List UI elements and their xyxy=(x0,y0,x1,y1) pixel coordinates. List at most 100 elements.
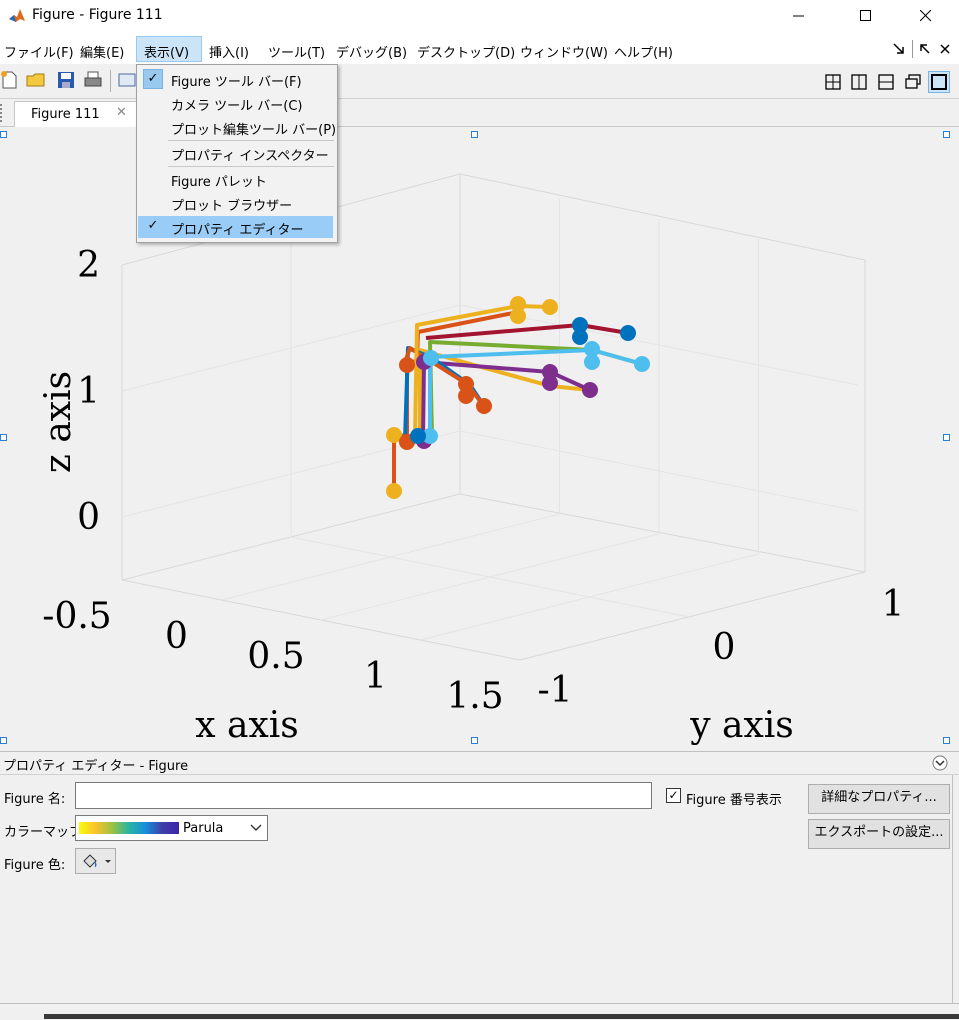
grid-lines xyxy=(121,199,859,641)
grid-line xyxy=(290,536,690,618)
dock-arrow-icon[interactable] xyxy=(918,42,932,56)
menu-file[interactable]: ファイル(F) xyxy=(4,42,74,61)
property-editor-header: プロパティ エディター - Figure xyxy=(0,752,959,775)
maximize-layout-icon[interactable] xyxy=(928,71,950,93)
colormap-value: Parula xyxy=(183,821,224,836)
plot-lines xyxy=(386,296,650,499)
plot-marker xyxy=(410,428,426,444)
open-folder-icon[interactable] xyxy=(26,70,46,90)
z-axis-label: z axis xyxy=(38,371,79,473)
save-icon[interactable] xyxy=(56,70,76,90)
maximize-icon xyxy=(860,10,871,21)
figure-name-input[interactable] xyxy=(75,782,652,809)
x-tick-label: -0.5 xyxy=(42,596,111,637)
minimize-button[interactable] xyxy=(776,0,822,32)
undock-arrow-icon[interactable] xyxy=(892,42,906,56)
menu-debug[interactable]: デバッグ(B) xyxy=(336,42,407,61)
panel-border xyxy=(0,1003,959,1004)
tab-label: Figure 111 xyxy=(31,107,100,122)
plot-line xyxy=(425,323,629,340)
tile-columns-icon[interactable] xyxy=(848,71,870,93)
export-settings-button[interactable]: エクスポートの設定... xyxy=(808,819,950,849)
menu-desktop[interactable]: デスクトップ(D) xyxy=(417,42,515,61)
x-tick-label: 0.5 xyxy=(247,636,304,677)
plot-marker xyxy=(399,357,415,373)
toolbar-separator xyxy=(110,70,111,92)
plot-marker xyxy=(423,350,439,366)
menu-item-figure-palette[interactable]: Figure パレット xyxy=(138,168,333,190)
menu-insert[interactable]: 挿入(I) xyxy=(209,42,249,61)
axes-box xyxy=(121,173,866,661)
plot-marker xyxy=(476,398,492,414)
matlab-logo-icon xyxy=(8,7,26,25)
y-tick-label: -1 xyxy=(537,670,572,711)
figure-color-label: Figure 色: xyxy=(4,858,66,873)
z-tick-label: 1 xyxy=(77,371,100,412)
menu-item-plot-browser[interactable]: プロット ブラウザー xyxy=(138,192,333,214)
menu-tools[interactable]: ツール(T) xyxy=(268,42,325,61)
close-figure-icon[interactable] xyxy=(938,42,952,56)
more-properties-button[interactable]: 詳細なプロパティ... xyxy=(808,784,950,814)
figure-name-label: Figure 名: xyxy=(4,792,66,807)
plot-marker xyxy=(620,325,636,341)
x-tick-label: 1 xyxy=(364,656,387,697)
close-icon xyxy=(920,10,932,22)
title-bar: Figure - Figure 111 xyxy=(0,0,959,32)
number-title-checkbox[interactable]: ✓ xyxy=(666,788,681,803)
dropdown-arrow-icon xyxy=(105,860,111,863)
close-button[interactable] xyxy=(903,0,949,32)
figure-color-button[interactable] xyxy=(75,848,116,874)
tile-rows-icon[interactable] xyxy=(875,71,897,93)
plot-marker xyxy=(542,299,558,315)
colormap-select[interactable]: Parula xyxy=(75,815,268,841)
plot-marker xyxy=(458,388,474,404)
maximize-button[interactable] xyxy=(843,0,889,32)
new-file-icon[interactable] xyxy=(0,70,20,90)
paint-bucket-icon xyxy=(83,854,97,868)
plot-marker xyxy=(582,382,598,398)
plot-marker xyxy=(572,329,588,345)
z-tick-label: 0 xyxy=(77,497,100,538)
menu-separator xyxy=(168,166,334,167)
menu-help[interactable]: ヘルプ(H) xyxy=(614,42,673,61)
window-title: Figure - Figure 111 xyxy=(32,7,163,23)
link-plot-icon[interactable] xyxy=(117,70,137,90)
tab-figure-111[interactable]: Figure 111 ✕ xyxy=(14,101,138,127)
print-icon[interactable] xyxy=(83,70,103,90)
x-axis-label: x axis xyxy=(195,705,299,746)
plot-marker xyxy=(584,354,600,370)
menu-edit[interactable]: 編集(E) xyxy=(80,42,124,61)
float-window-icon[interactable] xyxy=(902,71,924,93)
menu-item-camera-toolbar[interactable]: カメラ ツール バー(C) xyxy=(138,92,333,114)
menu-item-property-editor[interactable]: ✓ プロパティ エディター xyxy=(138,216,333,238)
tab-grip xyxy=(0,104,5,122)
taskbar-edge xyxy=(44,1014,959,1019)
y-axis-label: y axis xyxy=(689,705,794,746)
menu-item-plot-edit-toolbar[interactable]: プロット編集ツール バー(P) xyxy=(138,116,336,138)
menubar-divider xyxy=(912,40,913,58)
plot-marker xyxy=(386,483,402,499)
check-icon: ✓ xyxy=(143,69,163,89)
menu-window[interactable]: ウィンドウ(W) xyxy=(520,42,608,61)
x-tick-label: 1.5 xyxy=(446,676,503,717)
plot-marker xyxy=(510,308,526,324)
tab-close-icon[interactable]: ✕ xyxy=(116,105,127,120)
check-icon: ✓ xyxy=(147,218,159,233)
x-tick-label: 0 xyxy=(165,616,188,657)
property-editor-title: プロパティ エディター - Figure xyxy=(3,759,189,774)
menu-item-figure-toolbar[interactable]: ✓ Figure ツール バー(F) xyxy=(138,68,333,90)
y-tick-label: 0 xyxy=(713,627,736,668)
menu-item-property-inspector[interactable]: プロパティ インスペクター xyxy=(138,142,333,164)
z-tick-label: 2 xyxy=(77,245,100,286)
number-title-label: Figure 番号表示 xyxy=(686,793,782,808)
panel-border xyxy=(952,775,953,1003)
tile-grid-icon[interactable] xyxy=(822,71,844,93)
plot-marker xyxy=(634,356,650,372)
menu-separator xyxy=(168,140,334,141)
menu-view[interactable]: 表示(V) xyxy=(144,42,189,61)
y-tick-label: 1 xyxy=(882,584,905,625)
plot-marker xyxy=(542,375,558,391)
collapse-chevron-icon[interactable] xyxy=(932,755,948,771)
minimize-icon xyxy=(793,15,804,17)
chevron-down-icon xyxy=(250,824,262,831)
